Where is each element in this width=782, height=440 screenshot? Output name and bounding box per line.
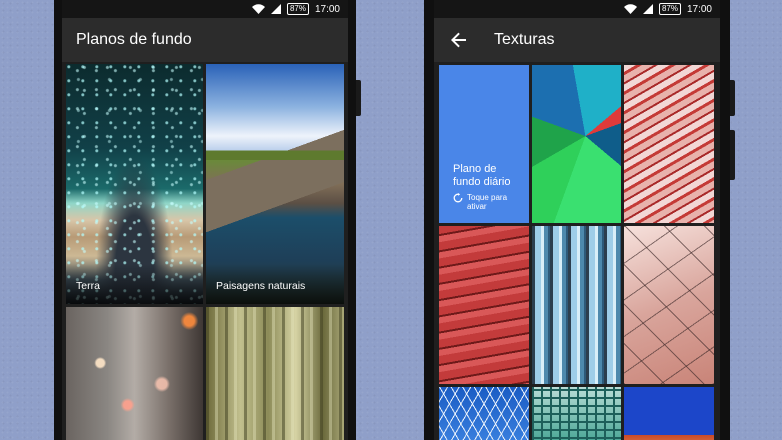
- svg-text:×: ×: [272, 7, 275, 13]
- power-button: [356, 80, 361, 116]
- texture-tile-glass-facade[interactable]: [624, 226, 714, 384]
- volume-button: [730, 130, 735, 180]
- texture-tile-feathers[interactable]: [624, 65, 714, 223]
- texture-tile-building[interactable]: [532, 387, 621, 440]
- wifi-icon: [251, 4, 265, 14]
- signal-icon: ×: [270, 4, 281, 14]
- texture-tile-green-tiles[interactable]: [532, 65, 621, 223]
- texture-tile-red-roof[interactable]: [439, 226, 529, 384]
- texture-tile-blue-sky[interactable]: [624, 387, 714, 440]
- signal-icon: ×: [642, 4, 653, 14]
- category-tile-terra[interactable]: Terra: [66, 64, 203, 304]
- left-screen: × 87% 17:00 Planos de fundo Terra Paisag…: [62, 0, 348, 440]
- texture-tile-waves[interactable]: [532, 226, 621, 384]
- daily-wallpaper-tile[interactable]: Plano de fundo diário Toque para ativar: [439, 65, 529, 223]
- category-label: Paisagens naturais: [216, 280, 306, 292]
- daily-wallpaper-hint: Toque para ativar: [467, 193, 508, 211]
- right-phone: × 87% 17:00 Texturas Plano de fundo diár…: [424, 0, 735, 440]
- battery-indicator: 87%: [658, 3, 681, 15]
- category-grid: Terra Paisagens naturais: [66, 64, 344, 440]
- page-title: Texturas: [494, 31, 555, 48]
- svg-text:×: ×: [644, 7, 647, 13]
- daily-wallpaper-subtitle: Toque para ativar: [453, 193, 511, 211]
- daily-wallpaper-title: Plano de fundo diário: [453, 163, 511, 188]
- status-bar: × 87% 17:00: [434, 0, 720, 18]
- clock: 17:00: [686, 3, 712, 15]
- category-tile-forest[interactable]: [206, 307, 344, 440]
- refresh-icon: [453, 193, 463, 203]
- app-bar: Planos de fundo: [62, 18, 348, 62]
- status-bar: × 87% 17:00: [62, 0, 348, 18]
- texture-tile-blue-lattice[interactable]: [439, 387, 529, 440]
- arrow-back-icon[interactable]: [438, 18, 480, 62]
- page-title: Planos de fundo: [76, 31, 192, 48]
- wifi-icon: [623, 4, 637, 14]
- clock: 17:00: [314, 3, 340, 15]
- app-bar: Texturas: [434, 18, 720, 62]
- battery-indicator: 87%: [286, 3, 309, 15]
- power-button: [730, 80, 735, 116]
- left-phone: × 87% 17:00 Planos de fundo Terra Paisag…: [54, 0, 361, 440]
- right-screen: × 87% 17:00 Texturas Plano de fundo diár…: [434, 0, 720, 440]
- category-tile-paisagens-naturais[interactable]: Paisagens naturais: [206, 64, 344, 304]
- category-label: Terra: [76, 280, 100, 292]
- category-tile-city[interactable]: [66, 307, 203, 440]
- texture-grid: Plano de fundo diário Toque para ativar: [438, 64, 716, 440]
